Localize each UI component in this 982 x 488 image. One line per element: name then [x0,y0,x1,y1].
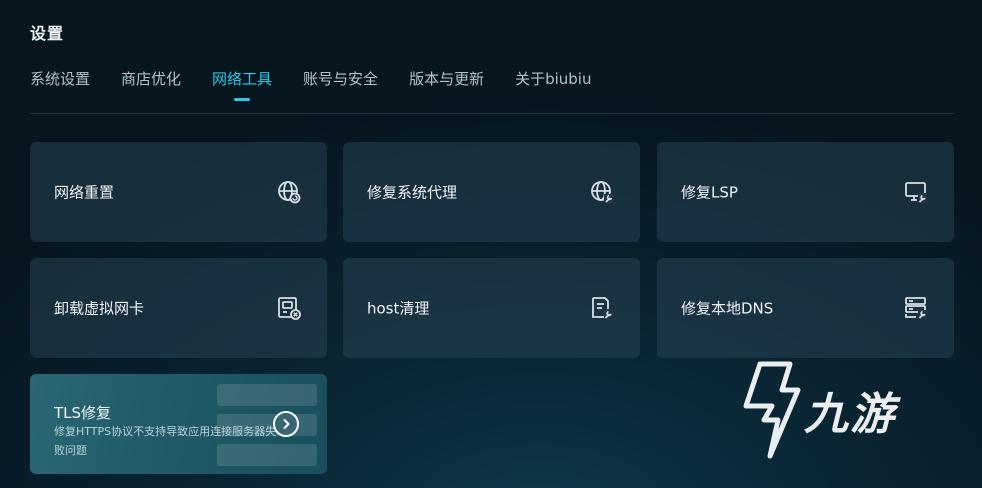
tab-network-tools[interactable]: 网络工具 [212,68,272,89]
network-card-remove-icon [277,296,301,320]
card-label: 修复系统代理 [367,183,458,202]
fix-local-dns-card[interactable]: 修复本地DNS [657,258,954,358]
uninstall-virtual-nic-card[interactable]: 卸载虚拟网卡 [30,258,327,358]
host-cleanup-card[interactable]: host清理 [343,258,640,358]
card-label: TLS修复 [54,404,112,422]
watermark-text: 九游 [804,389,896,440]
card-label: 修复LSP [681,183,738,202]
globe-wrench-icon [590,180,614,204]
fix-lsp-card[interactable]: 修复LSP [657,142,954,242]
globe-refresh-icon [277,180,301,204]
arrow-right-circle-icon[interactable] [273,411,299,437]
tls-fix-card[interactable]: TLS修复 修复HTTPS协议不支持导致应用连接服务器失败问题 [30,374,327,474]
card-label: host清理 [367,299,430,318]
tab-bar: 系统设置 商店优化 网络工具 账号与安全 版本与更新 关于biubiu [30,68,591,89]
tab-store-optimization[interactable]: 商店优化 [121,68,181,89]
tab-account-security[interactable]: 账号与安全 [303,68,378,89]
card-label: 修复本地DNS [681,299,774,318]
tab-version-update[interactable]: 版本与更新 [409,68,484,89]
card-description: 修复HTTPS协议不支持导致应用连接服务器失败问题 [54,425,277,457]
tab-divider [30,113,954,114]
nine-game-logo-icon [743,361,801,459]
card-label: 卸载虚拟网卡 [54,299,145,318]
server-wrench-icon [904,296,928,320]
document-wrench-icon [590,296,614,320]
monitor-wrench-icon [904,180,928,204]
tab-about[interactable]: 关于biubiu [515,68,591,89]
tab-system-settings[interactable]: 系统设置 [30,68,90,89]
network-reset-card[interactable]: 网络重置 [30,142,327,242]
fix-system-proxy-card[interactable]: 修复系统代理 [343,142,640,242]
watermark-logo: 九游 [742,360,942,460]
card-label: 网络重置 [54,183,115,202]
page-title: 设置 [30,24,65,43]
